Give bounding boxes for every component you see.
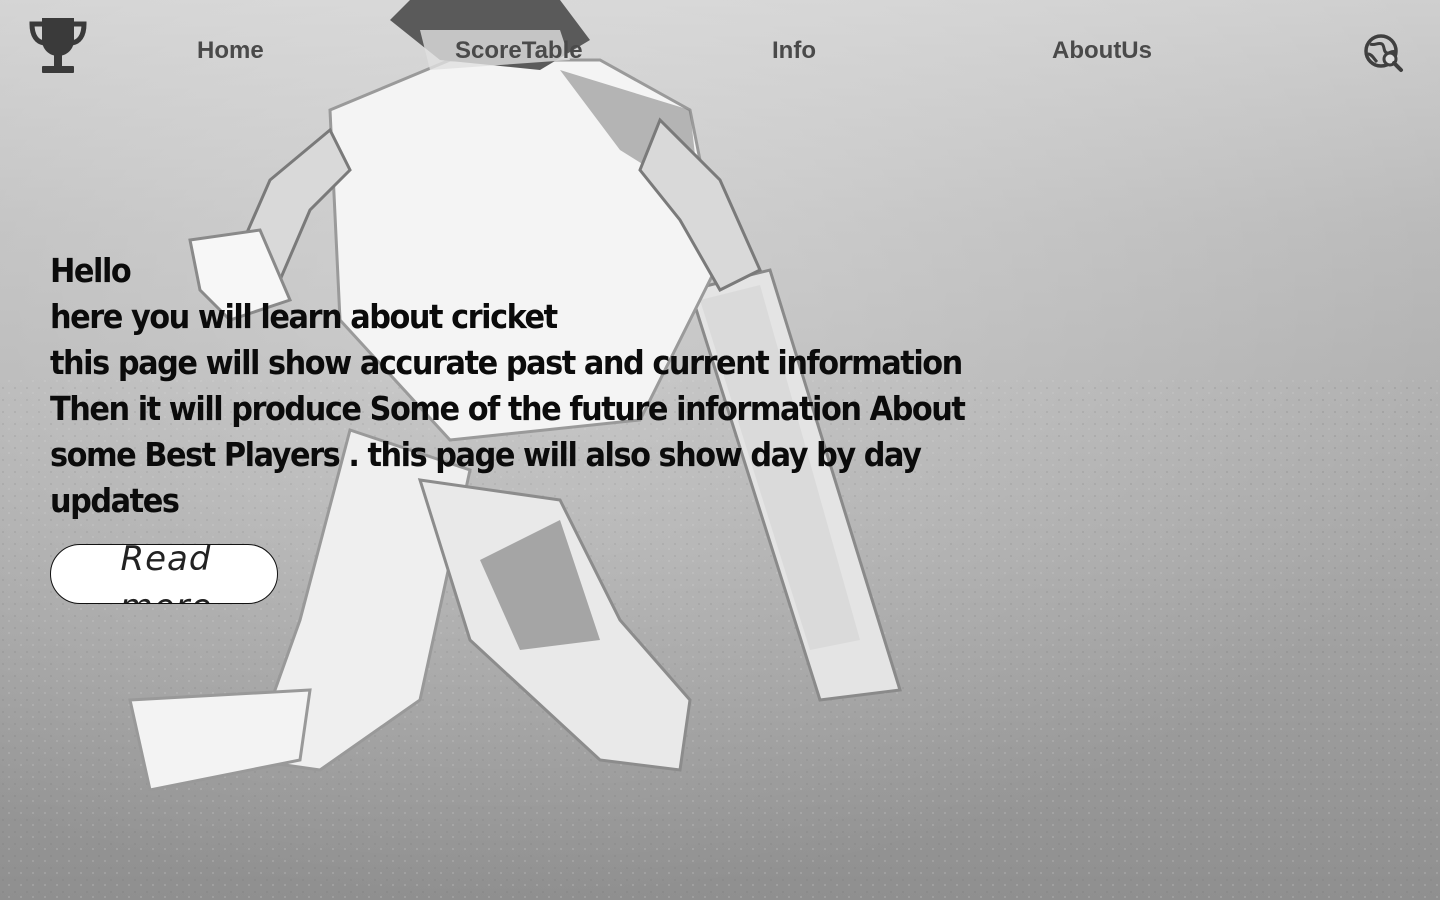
hero-text-line: Then it will produce Some of the future … — [50, 389, 966, 428]
hero-text-line: here you will learn about cricket — [50, 297, 558, 336]
hero-intro-text: Hello here you will learn about cricket … — [50, 248, 966, 524]
hero-text-line: updates — [50, 481, 180, 520]
top-navbar: Home ScoreTable Info AboutUs — [0, 0, 1440, 100]
nav-scoretable-link[interactable]: ScoreTable — [455, 36, 583, 66]
globe-search-icon[interactable] — [1362, 32, 1404, 74]
nav-info-link[interactable]: Info — [772, 36, 816, 66]
nav-aboutus-link[interactable]: AboutUs — [1052, 36, 1152, 66]
hero-text-line: this page will show accurate past and cu… — [50, 343, 963, 382]
trophy-icon[interactable] — [28, 16, 88, 76]
hero-heading-hello: Hello — [50, 251, 132, 290]
nav-home-link[interactable]: Home — [197, 36, 264, 66]
read-more-label: Read more — [120, 544, 212, 603]
hero-text-line: some Best Players . this page will also … — [50, 435, 922, 474]
read-more-button[interactable]: Read more — [50, 544, 278, 604]
